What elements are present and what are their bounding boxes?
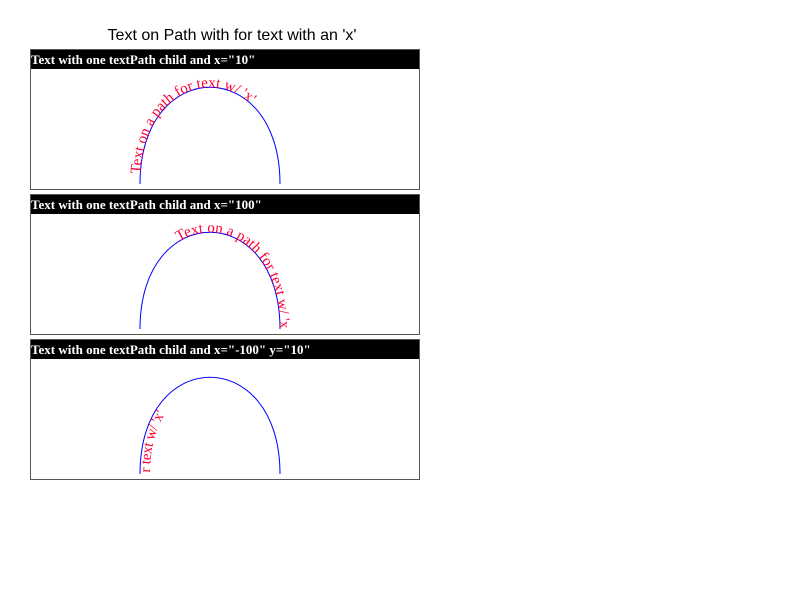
panel-heading: Text with one textPath child and x="-100… — [31, 342, 311, 357]
test-canvas: Text on Path with for text with an 'x' T… — [0, 0, 420, 480]
panel-x-10: Text with one textPath child and x="10" … — [30, 49, 420, 190]
page-title: Text on Path with for text with an 'x' — [108, 27, 357, 44]
panel-heading: Text with one textPath child and x="10" — [31, 52, 255, 67]
panel-heading: Text with one textPath child and x="100" — [31, 197, 262, 212]
panel-frame — [30, 339, 420, 480]
panel-frame — [30, 194, 420, 335]
panel-frame — [30, 49, 420, 190]
